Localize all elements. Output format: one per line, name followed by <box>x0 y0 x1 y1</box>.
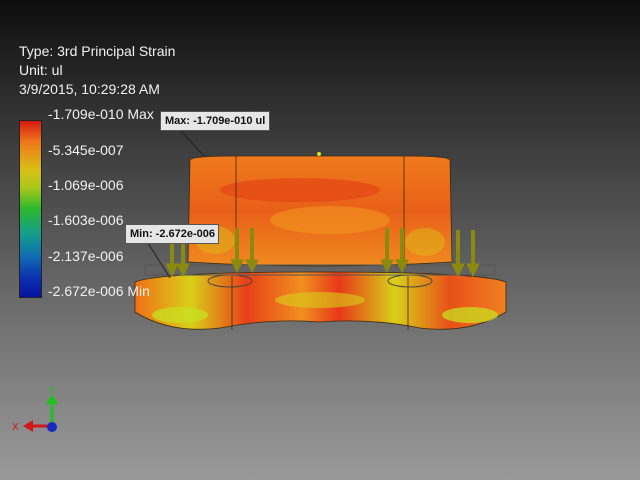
triad-x-label: X <box>12 422 19 433</box>
max-leader-line <box>179 129 205 157</box>
max-marker <box>317 152 321 156</box>
load-arrow <box>466 230 480 278</box>
legend-tick: -1.069e-006 <box>48 177 124 193</box>
load-arrow <box>451 230 465 278</box>
part-base-plate[interactable] <box>134 264 507 330</box>
legend-tick: -2.137e-006 <box>48 248 124 264</box>
min-leader-line <box>147 242 171 279</box>
axis-triad[interactable]: Y X <box>12 386 58 433</box>
result-info: Type: 3rd Principal Strain Unit: ul 3/9/… <box>19 42 175 99</box>
color-legend-bar[interactable] <box>19 120 42 298</box>
legend-tick: -5.345e-007 <box>48 142 124 158</box>
legend-tick-min: -2.672e-006 Min <box>48 283 150 299</box>
min-probe-callout[interactable]: Min: -2.672e-006 ul <box>125 224 219 244</box>
part-upper-block[interactable] <box>187 155 453 267</box>
result-type-label: Type: 3rd Principal Strain <box>19 43 176 59</box>
triad-y-label: Y <box>48 386 55 397</box>
legend-tick-max: -1.709e-010 Max <box>48 106 154 122</box>
max-probe-callout[interactable]: Max: -1.709e-010 ul <box>160 111 271 131</box>
result-timestamp: 3/9/2015, 10:29:28 AM <box>19 81 160 97</box>
legend-tick: -1.603e-006 <box>48 212 124 228</box>
result-unit-label: Unit: ul <box>19 62 63 78</box>
